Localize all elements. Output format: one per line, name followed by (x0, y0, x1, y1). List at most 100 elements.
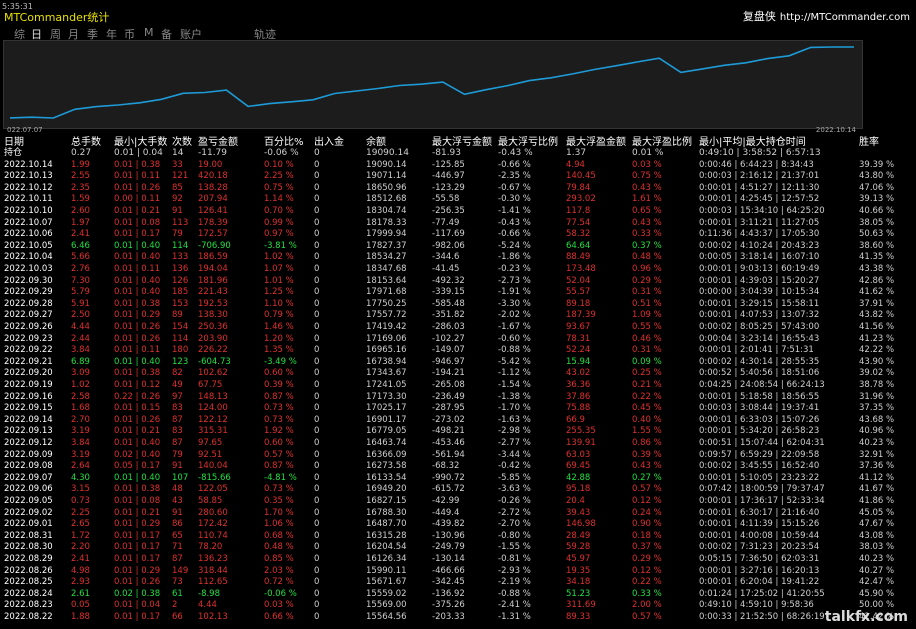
table-row[interactable]: 2022.09.02 2.25 0.01 | 0.21 91 280.60 1.70 % 0… (0, 508, 916, 519)
table-row[interactable]: 2022.10.07 1.97 0.01 | 0.08 113 178.39 0.99 %… (0, 218, 916, 229)
table-row[interactable]: 2022.09.08 2.64 0.05 | 0.17 91 140.04 0.87 % 0… (0, 461, 916, 472)
table-cell: 1.59 (71, 194, 90, 205)
column-header[interactable]: 最小|大手数 (114, 133, 167, 148)
table-cell: 1.70 % (264, 507, 294, 518)
table-row[interactable]: 2022.09.06 3.15 0.01 | 0.38 48 122.05 0.73 % 0… (0, 484, 916, 495)
table-cell: 43.02 (566, 368, 591, 379)
table-row[interactable]: 持仓 0.27 0.01 | 0.04 14 -11.79 -0.06 % 0 19090.1… (0, 148, 916, 159)
column-header[interactable]: 百分比% (264, 133, 304, 148)
table-row[interactable]: 2022.09.26 4.44 0.01 | 0.26 154 250.36 1.46 %… (0, 322, 916, 333)
table-row[interactable]: 2022.10.10 2.60 0.01 | 0.21 91 126.41 0.70 % 0… (0, 206, 916, 217)
table-row[interactable]: 2022.08.26 4.98 0.01 | 0.29 149 318.44 2.03 %… (0, 566, 916, 577)
table-row[interactable]: 2022.09.15 1.68 0.01 | 0.15 83 124.00 0.73 % 0… (0, 403, 916, 414)
column-header[interactable]: 盈亏金额 (198, 133, 238, 148)
table-row[interactable]: 2022.09.20 3.09 0.01 | 0.38 82 102.62 0.60 % 0… (0, 368, 916, 379)
table-cell: 2.50 (71, 310, 90, 321)
table-row[interactable]: 2022.09.22 3.84 0.01 | 0.11 180 226.22 1.35 %… (0, 345, 916, 356)
table-cell: -0.43 % (498, 217, 531, 228)
table-row[interactable]: 2022.09.21 6.89 0.01 | 0.40 123 -604.73 -3.49… (0, 357, 916, 368)
table-cell: 0.01 | 0.40 (114, 356, 161, 367)
table-cell: 0.01 | 0.17 (114, 542, 161, 553)
table-cell: 0:00:02 | 4:10:24 | 20:43:23 (699, 240, 820, 251)
table-row[interactable]: 2022.08.25 2.93 0.01 | 0.26 73 112.65 0.72 % 0… (0, 577, 916, 588)
table-cell: 2.03 % (264, 565, 294, 576)
table-row[interactable]: 2022.09.16 2.58 0.22 | 0.26 97 148.13 0.87 % 0… (0, 392, 916, 403)
column-header[interactable]: 次数 (172, 133, 192, 148)
table-cell: 0.73 % (264, 484, 294, 495)
table-row[interactable]: 2022.09.13 3.19 0.01 | 0.21 83 315.31 1.92 % 0… (0, 426, 916, 437)
table-cell: -1.38 % (498, 391, 531, 402)
table-row[interactable]: 2022.10.11 1.59 0.00 | 0.11 92 207.94 1.14 % 0… (0, 194, 916, 205)
table-cell: 2022.09.26 (4, 322, 53, 332)
table-cell: 0 (314, 612, 320, 622)
column-header[interactable]: 最大浮亏比例 (498, 133, 558, 148)
table-cell: 0.48 % (264, 542, 294, 553)
table-cell: 0 (314, 171, 320, 182)
column-header[interactable]: 余额 (366, 133, 386, 148)
column-header[interactable]: 日期 (4, 133, 24, 148)
table-row[interactable]: 2022.09.07 4.30 0.01 | 0.40 107 -815.66 -4.81… (0, 473, 916, 484)
table-row[interactable]: 2022.10.13 2.55 0.01 | 0.11 121 420.18 2.25 %… (0, 171, 916, 182)
table-cell: 138.28 (198, 182, 228, 193)
table-row[interactable]: 2022.10.06 2.41 0.01 | 0.17 79 172.57 0.97 % 0… (0, 229, 916, 240)
column-header[interactable]: 最小|平均|最大持仓时间 (699, 133, 806, 148)
table-cell: 0.02 | 0.40 (114, 449, 161, 460)
website-link[interactable]: http://MTCommander.com (780, 12, 910, 23)
toolbar-tab-7[interactable]: M (144, 26, 154, 39)
column-header[interactable]: 出入金 (314, 133, 344, 148)
table-cell: 0.86 % (632, 438, 662, 448)
table-row[interactable]: 2022.09.09 3.19 0.02 | 0.40 79 92.51 0.57 % 0 1… (0, 450, 916, 461)
table-cell: 0:00:03 | 2:16:12 | 21:37:01 (699, 171, 820, 182)
table-cell: 181.96 (198, 275, 228, 286)
table-row[interactable]: 2022.08.22 1.88 0.01 | 0.17 66 102.13 0.66 % 0… (0, 612, 916, 623)
table-cell: 43.90 % (859, 356, 895, 367)
table-row[interactable]: 2022.09.29 5.79 0.01 | 0.40 185 221.43 1.25 %… (0, 287, 916, 298)
column-header[interactable]: 最大浮盈金额 (566, 133, 626, 148)
column-header[interactable]: 最大浮亏金额 (432, 133, 492, 148)
table-cell: 2.25 (71, 507, 90, 518)
table-cell: 0 (314, 368, 320, 379)
table-row[interactable]: 2022.09.05 0.73 0.01 | 0.08 43 58.85 0.35 % 0 1… (0, 496, 916, 507)
table-cell: 0.01 | 0.40 (114, 472, 161, 483)
table-cell: 0.75 % (264, 182, 294, 193)
brand-label: 复盘侠 (742, 10, 776, 23)
column-header[interactable]: 最大浮盈比例 (632, 133, 692, 148)
table-cell: 2022.08.30 (4, 542, 53, 553)
table-row[interactable]: 2022.09.01 2.65 0.01 | 0.29 86 172.42 1.06 % 0… (0, 519, 916, 530)
table-row[interactable]: 2022.09.19 1.02 0.01 | 0.12 49 67.75 0.39 % 0 1… (0, 380, 916, 391)
table-row[interactable]: 2022.08.24 2.61 0.02 | 0.38 61 -8.98 -0.06 % 0… (0, 589, 916, 600)
table-cell: 41.12 % (859, 472, 895, 483)
table-cell: 43 (172, 496, 183, 506)
table-cell: -136.92 (432, 588, 465, 599)
table-row[interactable]: 2022.08.29 2.41 0.01 | 0.17 87 136.23 0.85 % 0… (0, 554, 916, 565)
table-cell: 45.05 % (859, 507, 895, 518)
table-row[interactable]: 2022.08.30 2.20 0.01 | 0.17 71 78.20 0.48 % 0 1… (0, 542, 916, 553)
table-row[interactable]: 2022.10.05 6.46 0.01 | 0.40 114 -706.90 -3.81… (0, 241, 916, 252)
table-row[interactable]: 2022.09.27 2.50 0.01 | 0.29 89 138.30 0.79 % 0… (0, 310, 916, 321)
table-cell: 0.65 % (632, 206, 662, 216)
table-row[interactable]: 2022.09.30 7.30 0.01 | 0.40 126 181.96 1.01 %… (0, 276, 916, 287)
table-cell: 16273.58 (366, 461, 407, 472)
table-cell: 73 (172, 577, 183, 588)
table-row[interactable]: 2022.10.04 5.66 0.01 | 0.40 133 186.59 1.02 %… (0, 252, 916, 263)
table-row[interactable]: 2022.09.28 5.91 0.01 | 0.38 153 192.53 1.10 %… (0, 299, 916, 310)
table-cell: -0.88 % (498, 345, 531, 356)
table-cell: 0.35 % (264, 496, 294, 506)
table-row[interactable]: 2022.10.03 2.76 0.01 | 0.11 136 194.04 1.07 %… (0, 264, 916, 275)
table-cell: 255.35 (566, 426, 596, 437)
table-row[interactable]: 2022.10.14 1.99 0.01 | 0.38 33 19.00 0.10 % 0 1… (0, 160, 916, 171)
table-row[interactable]: 2022.09.14 2.70 0.01 | 0.26 87 122.12 0.73 % 0… (0, 415, 916, 426)
table-row[interactable]: 2022.10.12 2.35 0.01 | 0.26 85 138.28 0.75 % 0… (0, 183, 916, 194)
table-cell: 0.29 % (632, 554, 662, 564)
table-row[interactable]: 2022.08.31 1.72 0.01 | 0.17 65 110.74 0.68 % 0… (0, 531, 916, 542)
table-row[interactable]: 2022.09.12 3.84 0.01 | 0.40 87 97.65 0.60 % 0 1… (0, 438, 916, 449)
table-cell: 0.75 % (632, 171, 662, 182)
column-header[interactable]: 胜率 (859, 133, 879, 148)
column-header[interactable]: 总手数 (71, 133, 101, 148)
table-row[interactable]: 2022.09.23 2.44 0.01 | 0.26 114 203.90 1.20 %… (0, 334, 916, 345)
table-cell: 2.44 (71, 333, 90, 344)
table-cell: -498.21 (432, 426, 465, 437)
table-row[interactable]: 2022.08.23 0.05 0.01 | 0.04 2 4.44 0.03 % 0 155… (0, 600, 916, 611)
table-cell: 0:00:01 | 5:34:20 | 26:58:23 (699, 426, 820, 437)
table-cell: 18304.74 (366, 206, 407, 216)
